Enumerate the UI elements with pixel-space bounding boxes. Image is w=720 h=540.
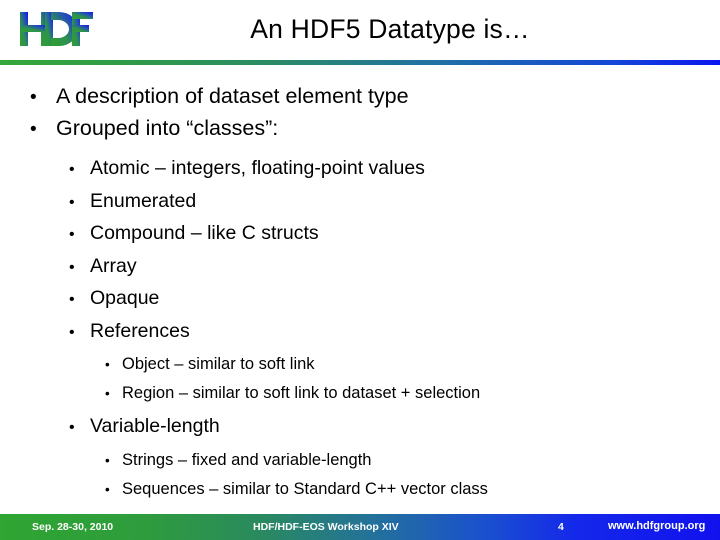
list-item: • Array [69, 251, 720, 284]
list-item: • Compound – like C structs [69, 218, 720, 251]
list-item-label: Array [90, 254, 137, 277]
list-item: • Object – similar to soft link [105, 350, 720, 379]
list-item: • Sequences – similar to Standard C++ ve… [105, 475, 720, 504]
footer-url: www.hdfgroup.org [608, 520, 706, 532]
list-item: • Variable-length [69, 411, 720, 444]
list-item: • Grouped into “classes”: [30, 113, 720, 145]
bullet-marker: • [69, 323, 75, 341]
list-item-label: Enumerated [90, 189, 197, 212]
list-item-label: Atomic – integers, floating-point values [90, 157, 425, 179]
list-item-label: Object – similar to soft link [122, 355, 315, 373]
list-item: • References [69, 316, 720, 349]
page-title: An HDF5 Datatype is… [250, 14, 530, 44]
footer-event-name: HDF/HDF-EOS Workshop XIV [253, 521, 399, 533]
list-item-label: Grouped into “classes”: [56, 116, 279, 140]
bullet-marker: • [105, 452, 110, 468]
list-item: • Enumerated [69, 186, 720, 219]
slide-body: • A description of dataset element type … [0, 65, 720, 510]
list-item-label: Variable-length [90, 415, 220, 437]
bullet-marker: • [69, 161, 75, 178]
list-item: • Opaque [69, 283, 720, 316]
list-item-label: Sequences – similar to Standard C++ vect… [122, 479, 488, 498]
list-item-label: Opaque [90, 287, 160, 309]
list-item: • Strings – fixed and variable-length [105, 446, 720, 475]
slide-footer: Sep. 28-30, 2010 HDF/HDF-EOS Workshop XI… [0, 514, 720, 540]
list-item-label: Compound – like C structs [90, 222, 319, 244]
list-item-label: A description of dataset element type [56, 84, 409, 108]
list-item-label: Region – similar to soft link to dataset… [122, 384, 481, 402]
bullet-marker: • [30, 87, 37, 108]
slide-header: An HDF5 Datatype is… [0, 0, 720, 65]
bullet-marker: • [105, 481, 110, 497]
bullet-marker: • [69, 193, 75, 211]
bullet-marker: • [105, 386, 110, 401]
bullet-marker: • [30, 119, 37, 140]
bullet-marker: • [69, 419, 75, 436]
list-item: • Region – similar to soft link to datas… [105, 379, 720, 408]
hdf-logo-icon [17, 7, 95, 53]
list-item-label: Strings – fixed and variable-length [122, 450, 372, 469]
list-item: • Atomic – integers, floating-point valu… [69, 153, 720, 186]
bullet-marker: • [105, 357, 110, 372]
bullet-marker: • [69, 258, 75, 276]
bullet-marker: • [69, 226, 75, 243]
footer-page-number: 4 [558, 521, 564, 533]
footer-date: Sep. 28-30, 2010 [32, 521, 114, 533]
list-item: • A description of dataset element type [30, 81, 720, 113]
bullet-marker: • [69, 291, 75, 308]
list-item-label: References [90, 319, 190, 342]
